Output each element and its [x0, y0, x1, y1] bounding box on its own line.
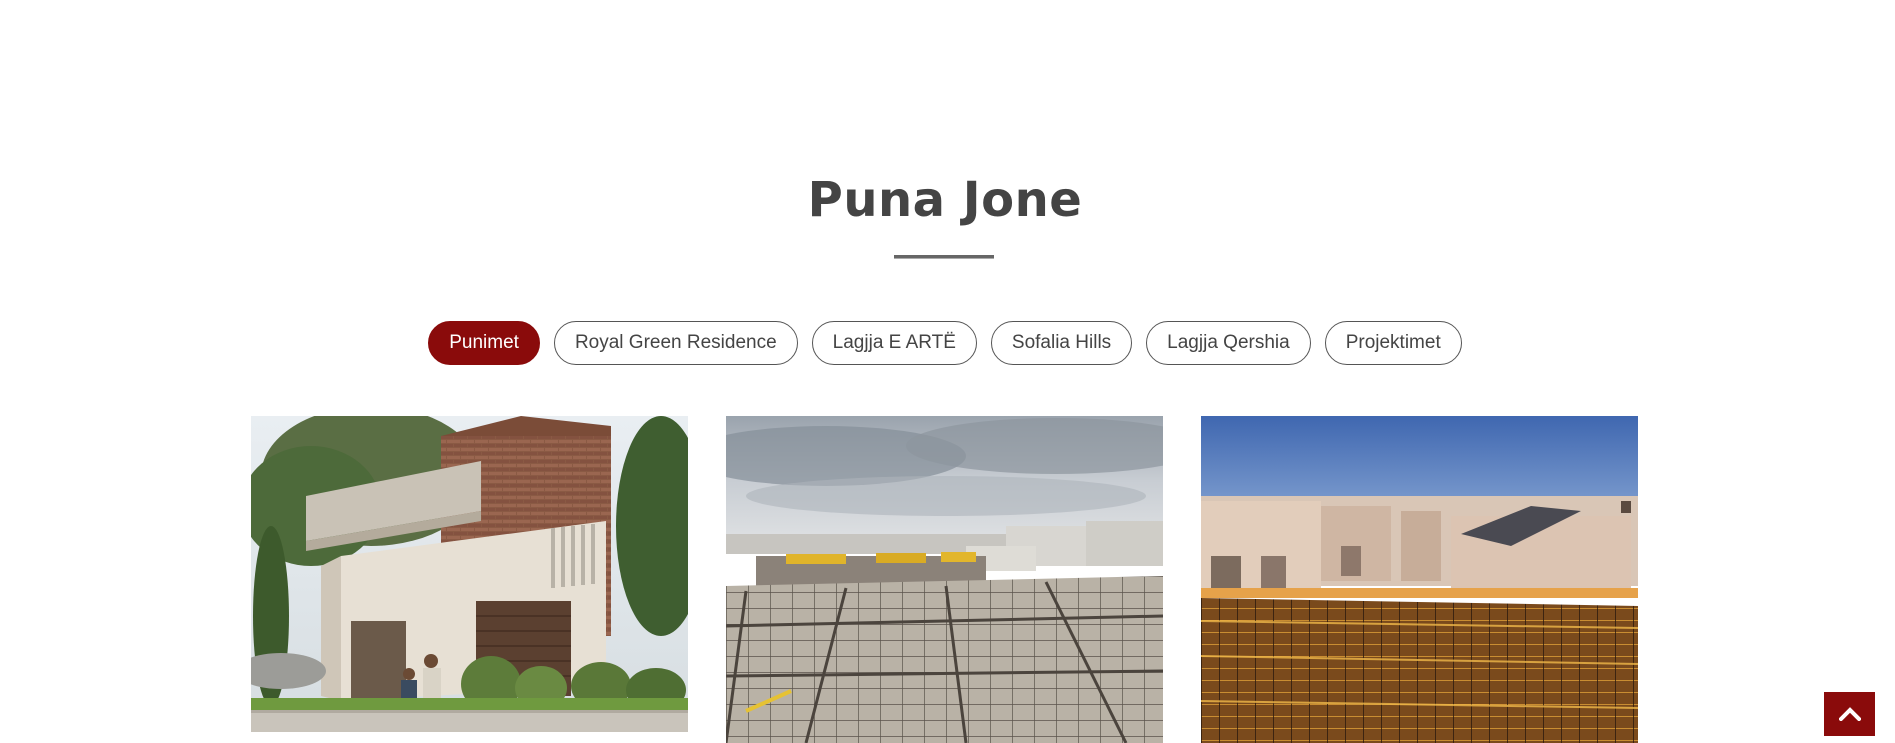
rooftop-rebar-image: [1201, 416, 1638, 743]
filter-sofalia-hills[interactable]: Sofalia Hills: [990, 321, 1133, 365]
chevron-up-icon: [1838, 707, 1861, 721]
construction-site-image: [726, 416, 1163, 743]
filter-lagjja-e-arte[interactable]: Lagjja E ARTË: [811, 321, 977, 365]
section-title: Puna Jone: [807, 172, 1083, 228]
filter-royal-green-residence[interactable]: Royal Green Residence: [553, 321, 798, 365]
filter-bar: Punimet Royal Green Residence Lagjja E A…: [0, 321, 1890, 365]
filter-punimet[interactable]: Punimet: [428, 321, 540, 365]
gallery-item-construction-site[interactable]: [726, 416, 1163, 743]
scroll-to-top-button[interactable]: [1824, 692, 1875, 736]
gallery-item-rooftop-rebar[interactable]: [1201, 416, 1638, 743]
page: Puna Jone Punimet Royal Green Residence …: [0, 0, 1895, 743]
title-underline: [894, 255, 994, 259]
gallery-item-house[interactable]: [251, 416, 688, 732]
filter-lagjja-qershia[interactable]: Lagjja Qershia: [1146, 321, 1311, 365]
house-image: [251, 416, 688, 732]
filter-projektimet[interactable]: Projektimet: [1324, 321, 1462, 365]
